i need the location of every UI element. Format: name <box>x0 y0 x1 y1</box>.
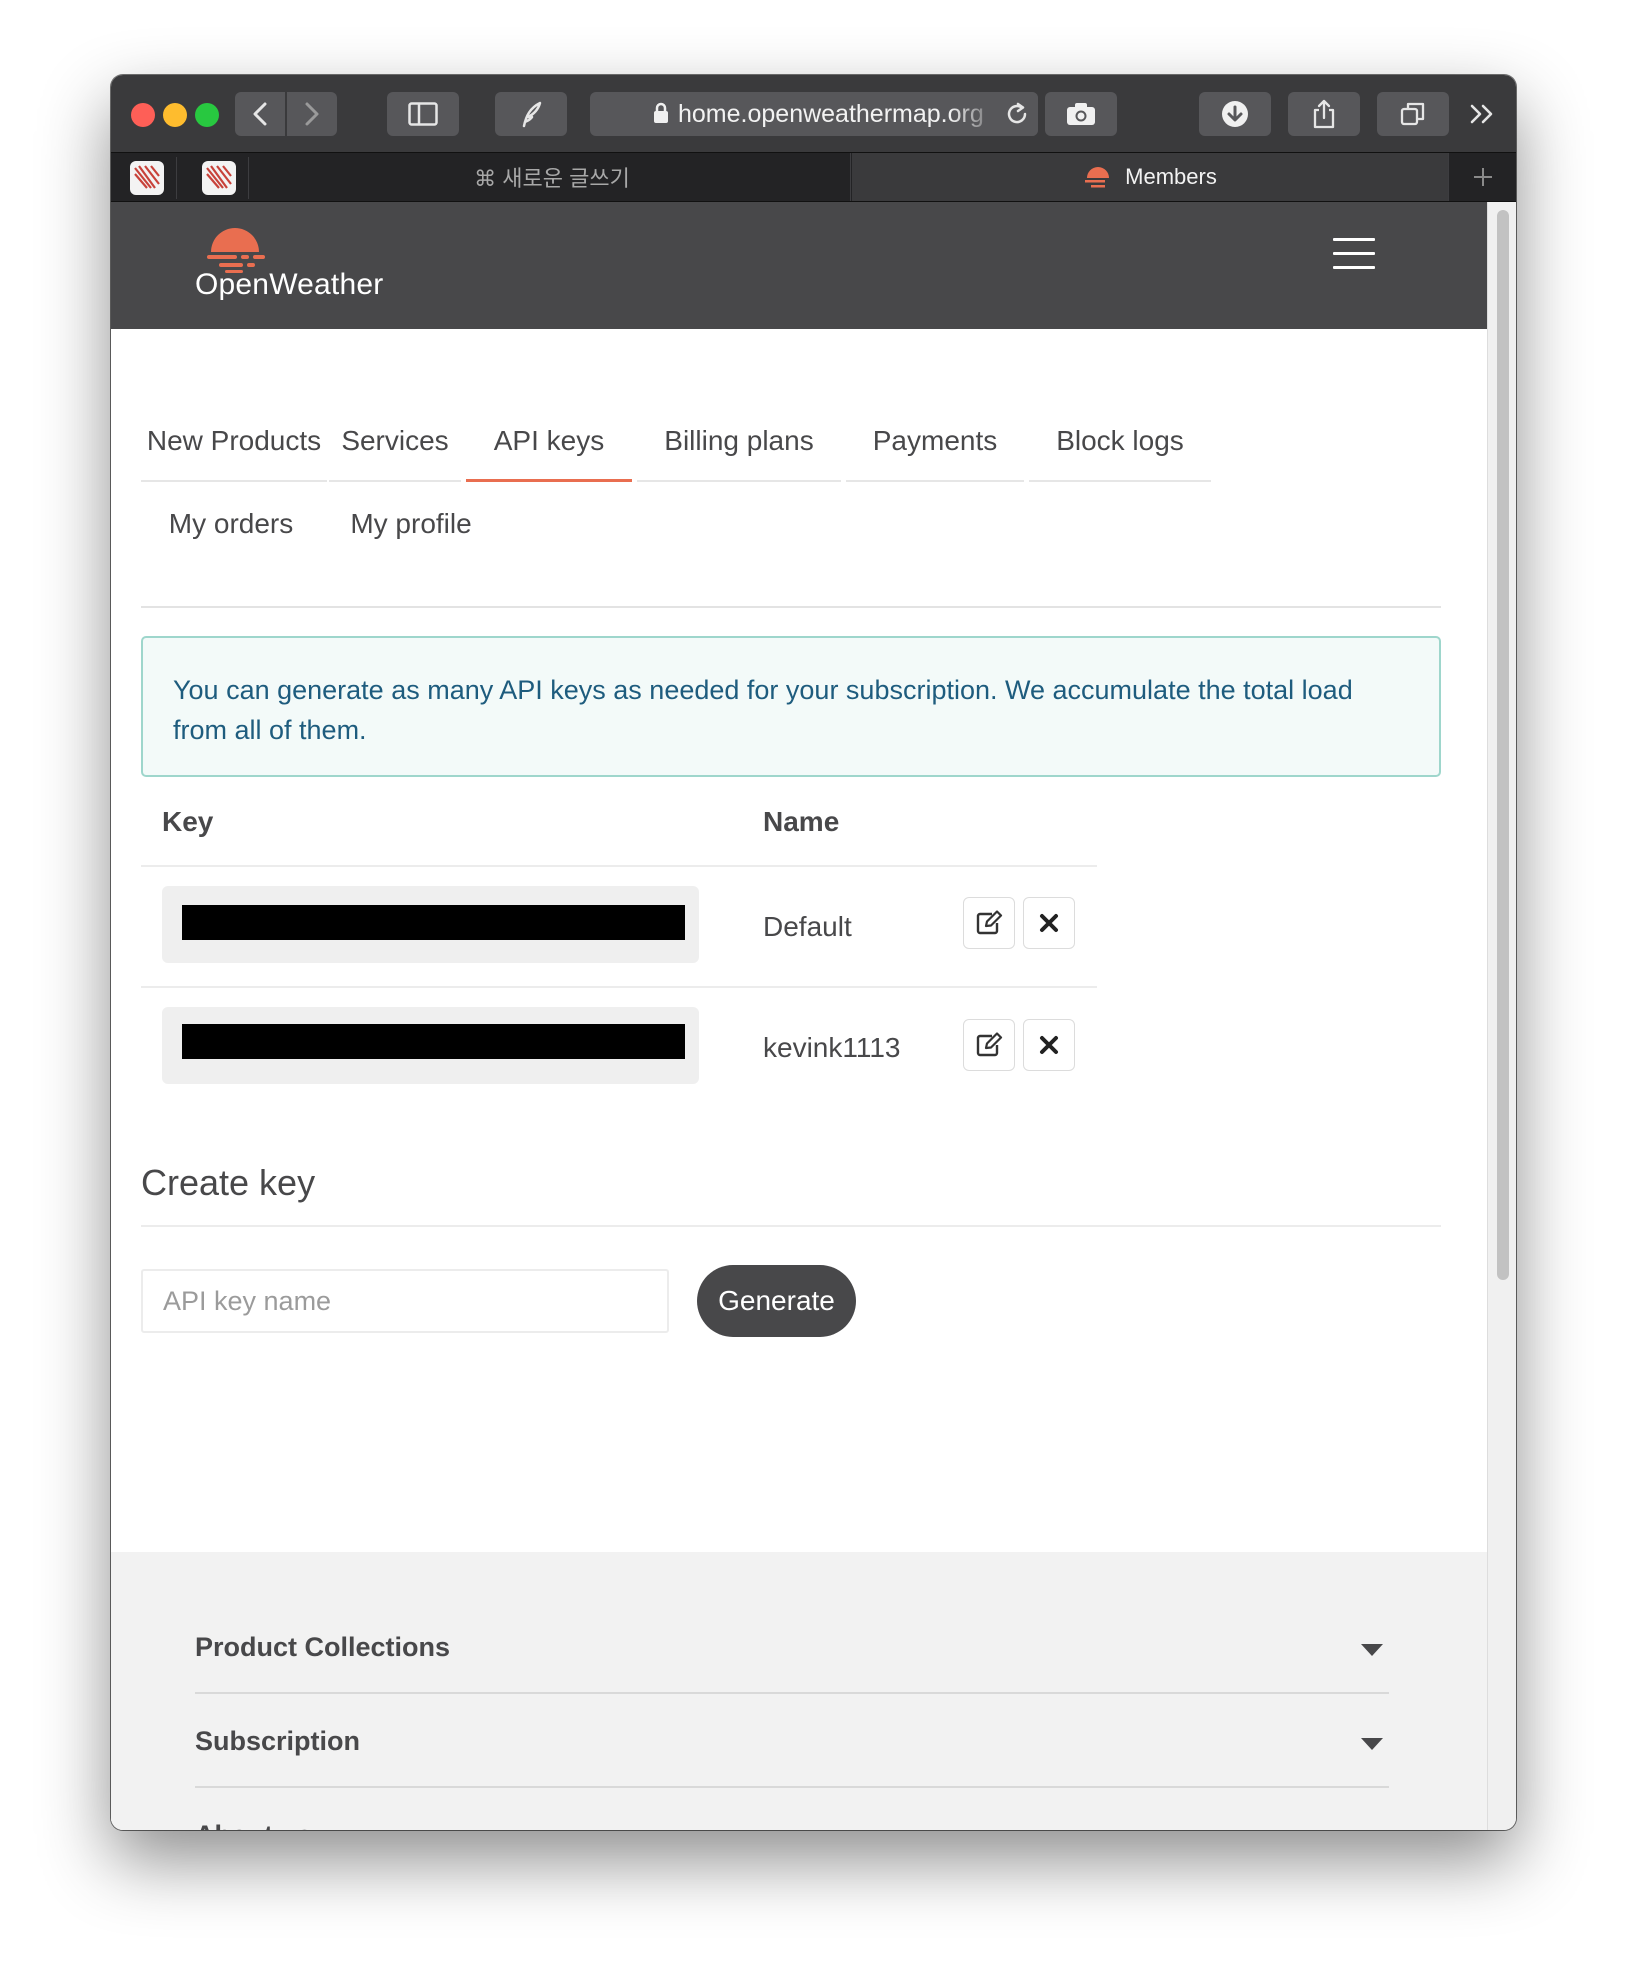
scrollbar-thumb[interactable] <box>1497 210 1509 1280</box>
table-divider <box>141 986 1097 988</box>
column-header-name: Name <box>763 806 840 837</box>
site-header: OpenWeather <box>111 202 1487 329</box>
pinned-tab-2[interactable] <box>189 157 249 199</box>
reload-icon <box>1007 102 1027 124</box>
download-icon <box>1222 101 1248 127</box>
info-alert-text: You can generate as many API keys as nee… <box>173 675 1353 745</box>
feather-icon <box>522 101 542 128</box>
tab-billing-plans-label: Billing plans <box>664 425 814 456</box>
api-key-field[interactable] <box>162 1007 699 1084</box>
minimize-window-button[interactable] <box>163 103 187 127</box>
tab-block-logs-label: Block logs <box>1056 425 1184 456</box>
tab-my-orders[interactable]: My orders <box>141 484 321 564</box>
more-toolbar-button[interactable] <box>1465 97 1501 131</box>
edit-key-button[interactable] <box>963 897 1015 949</box>
create-key-divider <box>141 1225 1441 1227</box>
browser-toolbar: home.openweathermap.org <box>111 75 1516 152</box>
hamburger-menu-button[interactable] <box>1333 238 1375 270</box>
edit-icon <box>976 910 1003 935</box>
tab-my-profile[interactable]: My profile <box>323 484 499 564</box>
edit-icon <box>976 1032 1003 1057</box>
address-bar[interactable]: home.openweathermap.org <box>590 92 1038 136</box>
footer-section-product-collections[interactable]: Product Collections <box>195 1600 1389 1694</box>
tab-members-label: Members <box>1125 164 1217 189</box>
page-scrollbar[interactable] <box>1487 202 1516 1830</box>
new-tab-button[interactable] <box>1455 153 1511 201</box>
tab-new-products[interactable]: New Products <box>141 402 327 482</box>
tab-new-post-label: ⌘ 새로운 글쓰기 <box>474 166 630 191</box>
camera-icon <box>1067 103 1095 125</box>
menu-icon <box>1333 238 1375 241</box>
footer-section-subscription[interactable]: Subscription <box>195 1694 1389 1788</box>
double-chevron-right-icon <box>1470 104 1493 124</box>
reload-button[interactable] <box>996 92 1038 136</box>
plus-icon <box>1474 168 1492 186</box>
info-alert: You can generate as many API keys as nee… <box>141 636 1441 777</box>
tab-members[interactable]: Members <box>852 153 1449 201</box>
tab-my-orders-label: My orders <box>168 508 294 539</box>
close-icon <box>1040 914 1058 932</box>
sidebar-toggle-button[interactable] <box>387 92 459 136</box>
downloads-button[interactable] <box>1199 92 1271 136</box>
site-footer: Product Collections Subscription About u… <box>111 1552 1487 1830</box>
tab-block-logs[interactable]: Block logs <box>1029 402 1211 482</box>
footer-section-about-us[interactable]: About us <box>195 1788 1389 1830</box>
api-key-name-input[interactable] <box>141 1269 669 1333</box>
delete-key-button[interactable] <box>1023 1019 1075 1071</box>
chevron-left-icon <box>253 102 267 126</box>
key-name: kevink1113 <box>763 1032 901 1063</box>
lock-icon <box>654 102 668 123</box>
web-page: OpenWeather New Products Services API ke… <box>111 202 1487 1830</box>
api-key-field[interactable] <box>162 886 699 963</box>
edit-key-button[interactable] <box>963 1019 1015 1071</box>
openweather-logo-icon[interactable] <box>205 222 267 274</box>
tab-my-profile-label: My profile <box>350 508 472 539</box>
tab-new-post[interactable]: ⌘ 새로운 글쓰기 <box>254 153 851 201</box>
pinned-site-icon <box>129 161 164 195</box>
generate-button[interactable]: Generate <box>697 1265 856 1337</box>
extension-button[interactable] <box>495 92 567 136</box>
sidebar-icon <box>408 102 438 126</box>
site-brand[interactable]: OpenWeather <box>195 268 383 302</box>
forward-button[interactable] <box>287 92 337 136</box>
tab-services[interactable]: Services <box>329 402 461 482</box>
tab-payments[interactable]: Payments <box>846 402 1024 482</box>
footer-section-label: Subscription <box>195 1726 361 1756</box>
tab-services-label: Services <box>341 425 449 456</box>
back-button[interactable] <box>235 92 285 136</box>
redacted-key <box>182 1024 685 1059</box>
zoom-window-button[interactable] <box>195 103 219 127</box>
create-key-title: Create key <box>141 1162 316 1203</box>
close-window-button[interactable] <box>131 103 155 127</box>
tab-bar: ⌘ 새로운 글쓰기 Members <box>111 152 1516 202</box>
pinned-tab-1[interactable] <box>117 157 177 199</box>
address-url: home.openweathermap.org <box>678 100 984 128</box>
key-name: Default <box>763 911 852 942</box>
pinned-site-icon <box>201 161 236 195</box>
redacted-key <box>182 905 685 940</box>
tab-payments-label: Payments <box>872 425 998 456</box>
table-divider <box>141 865 1097 867</box>
tab-api-keys-label: API keys <box>493 424 605 456</box>
share-button[interactable] <box>1288 92 1360 136</box>
tab-new-products-label: New Products <box>146 425 322 456</box>
caret-down-icon <box>1361 1644 1383 1656</box>
footer-section-label: About us <box>195 1820 312 1830</box>
chevron-right-icon <box>305 102 319 126</box>
tabs-icon <box>1400 102 1425 126</box>
tab-api-keys[interactable]: API keys <box>466 402 632 482</box>
delete-key-button[interactable] <box>1023 897 1075 949</box>
screenshot-button[interactable] <box>1045 92 1117 136</box>
caret-down-icon <box>1361 1738 1383 1750</box>
tab-billing-plans[interactable]: Billing plans <box>637 402 841 482</box>
close-icon <box>1040 1036 1058 1054</box>
browser-window: home.openweathermap.org ⌘ 새로운 글쓰기 Member… <box>111 75 1516 1830</box>
footer-section-label: Product Collections <box>195 1632 451 1662</box>
tab-overview-button[interactable] <box>1377 92 1449 136</box>
share-icon <box>1313 99 1335 129</box>
column-header-key: Key <box>162 806 214 837</box>
nav-divider <box>141 606 1441 608</box>
openweather-favicon-icon <box>1085 167 1110 188</box>
